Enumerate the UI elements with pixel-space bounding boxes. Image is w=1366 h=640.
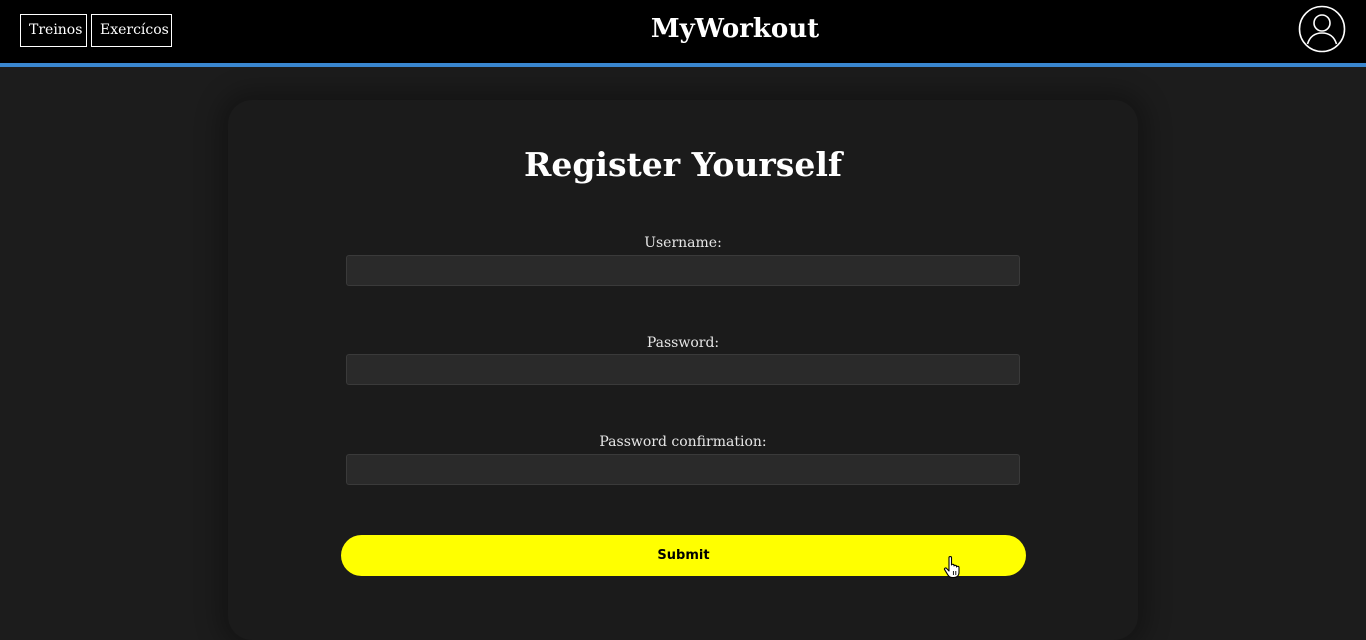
password-confirmation-input[interactable] — [346, 454, 1020, 485]
profile-avatar[interactable] — [1298, 5, 1346, 53]
password-label: Password: — [646, 335, 720, 351]
nav-exercicios-button[interactable]: Exercícos — [91, 14, 172, 47]
username-input[interactable] — [346, 255, 1020, 286]
top-navbar: Treinos Exercícos MyWorkout — [0, 0, 1366, 67]
password-input[interactable] — [346, 354, 1020, 385]
nav-treinos-button[interactable]: Treinos — [20, 14, 87, 47]
password-confirmation-label: Password confirmation: — [599, 434, 767, 450]
page-title: Register Yourself — [523, 145, 843, 184]
submit-button[interactable]: Submit — [341, 535, 1026, 576]
user-circle-icon — [1298, 5, 1346, 53]
username-label: Username: — [644, 235, 722, 251]
brand-title: MyWorkout — [650, 14, 820, 44]
